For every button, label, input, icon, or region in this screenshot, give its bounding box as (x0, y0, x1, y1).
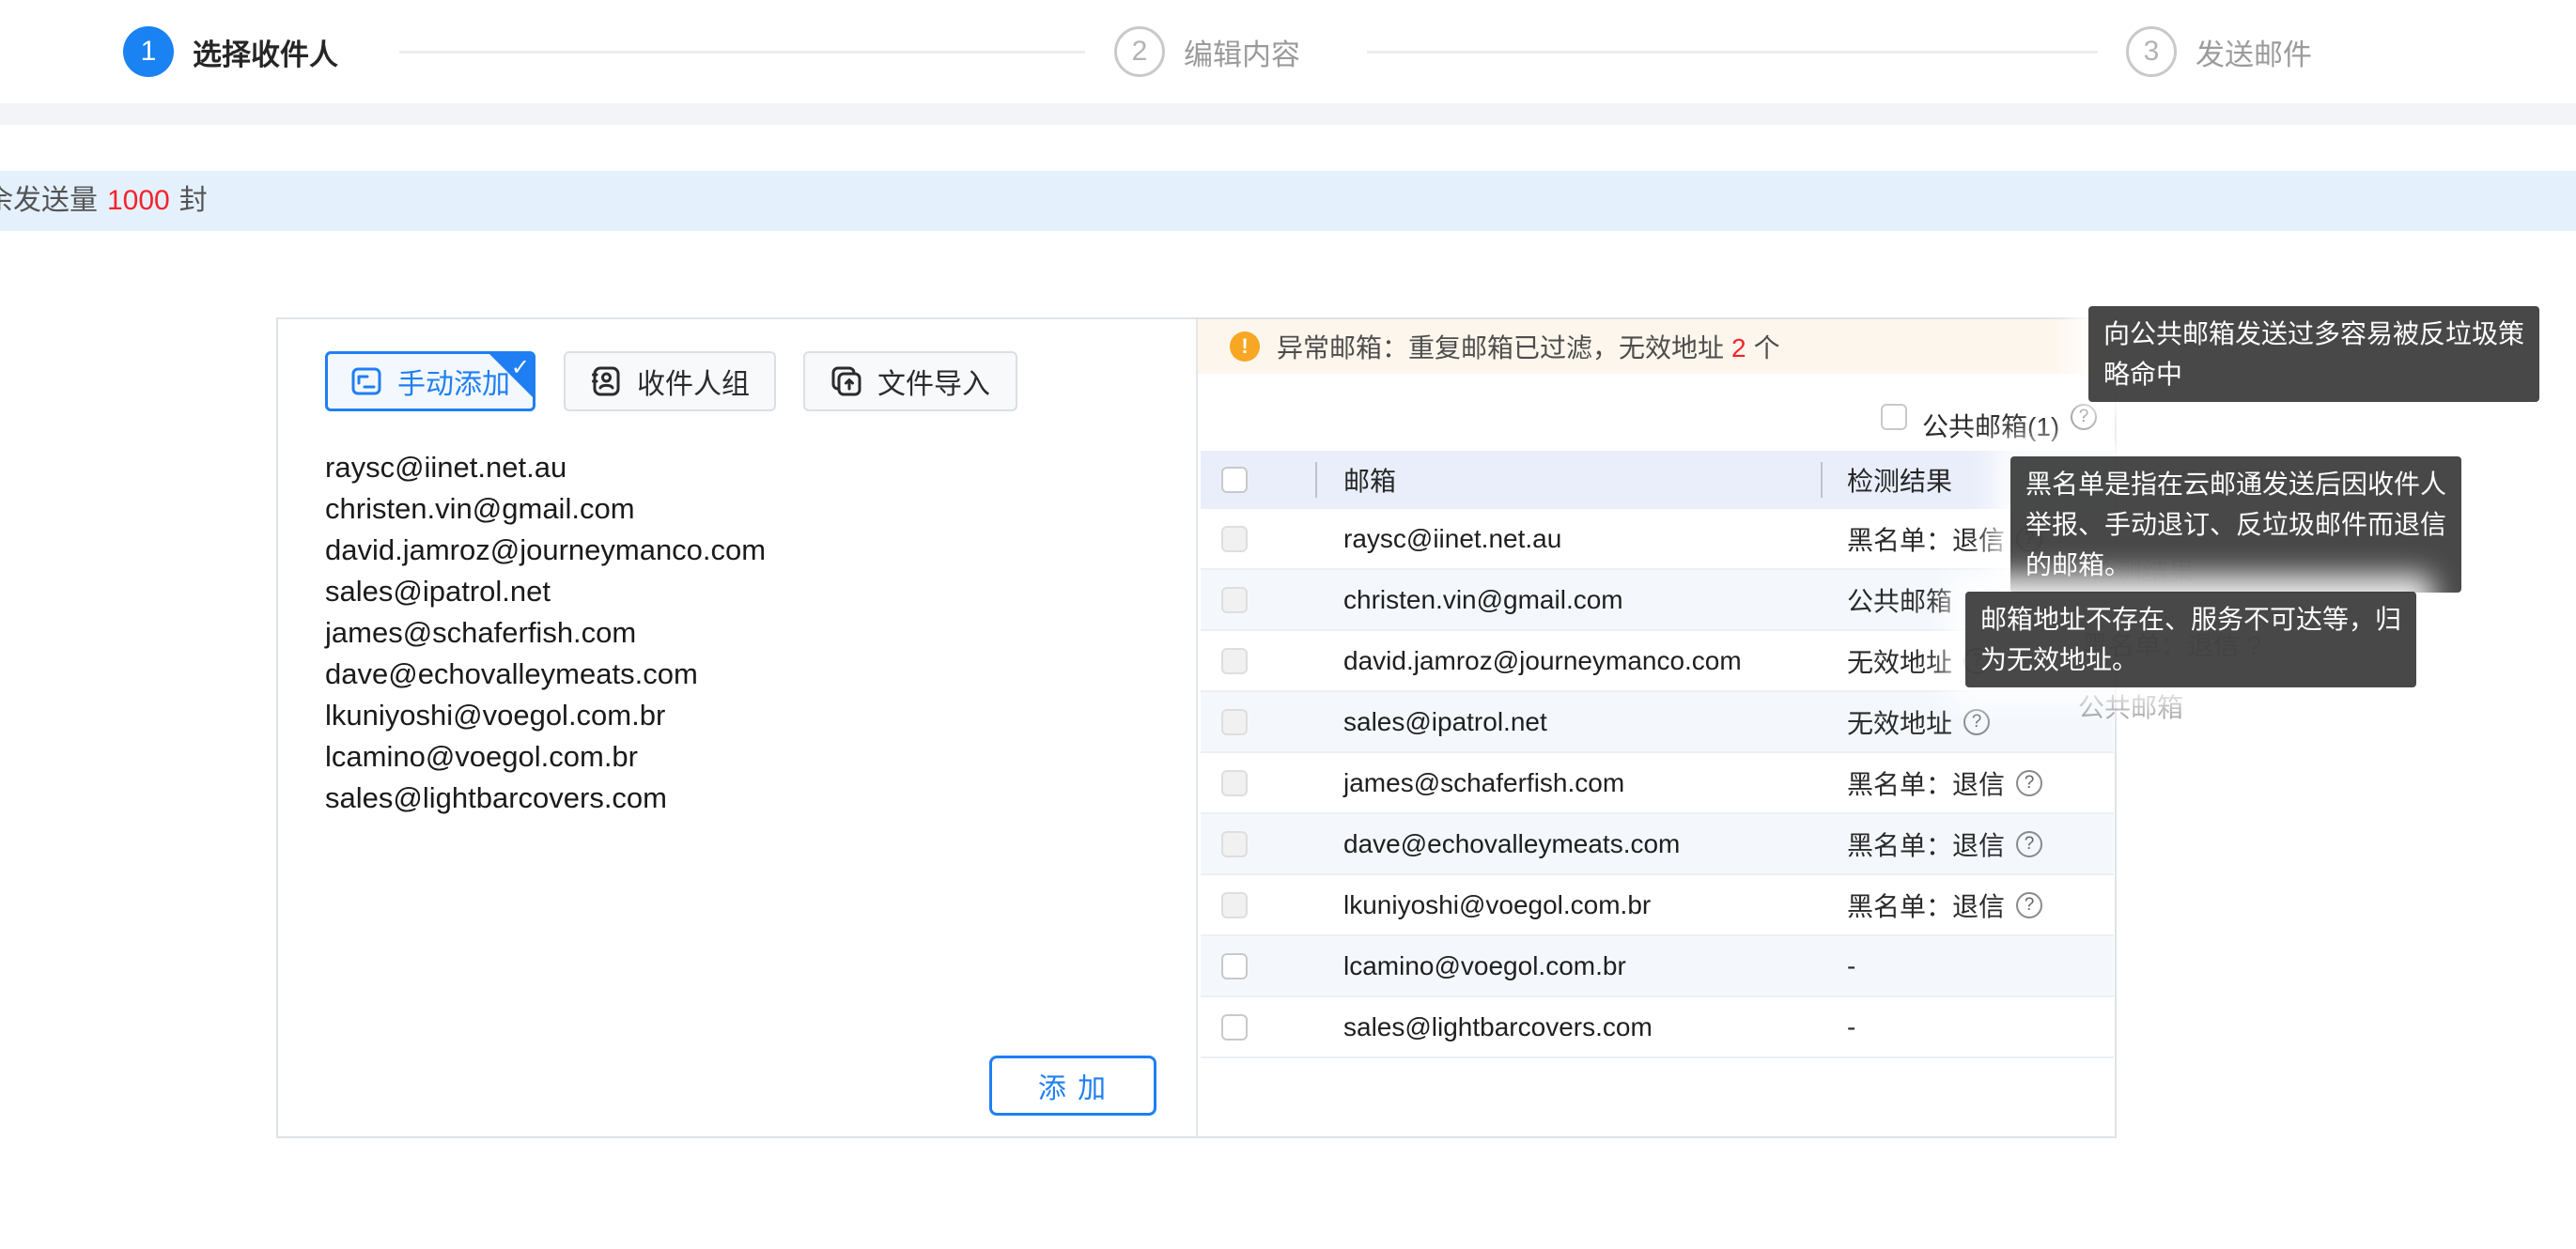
row-checkbox[interactable] (1221, 709, 1248, 735)
row-result-text: 公共邮箱 (1847, 581, 1952, 619)
row-email: christen.vin@gmail.com (1343, 585, 1623, 615)
row-result: - (1847, 951, 1855, 981)
row-checkbox[interactable] (1221, 770, 1248, 796)
abnormal-mailbox-warning: ! 异常邮箱：重复邮箱已过滤，无效地址2个 (1198, 319, 2115, 374)
row-result: 无效地址? (1847, 703, 1990, 741)
tab-file-import-label: 文件导入 (877, 361, 990, 402)
step-connector (399, 51, 1085, 54)
row-result-text: 无效地址 (1847, 642, 1952, 680)
row-email: lkuniyoshi@voegol.com.br (1343, 890, 1651, 920)
row-checkbox[interactable] (1221, 1014, 1248, 1041)
recipient-group-icon (590, 365, 622, 397)
row-checkbox[interactable] (1221, 953, 1248, 979)
step-1-number: 1 (123, 26, 174, 77)
recipient-selection-card: 手动添加 ✓ 收件人组 文件 (276, 317, 2117, 1138)
header-divider-strip (0, 103, 2576, 125)
public-mailbox-label: 公共邮箱(1) (1922, 407, 2059, 444)
tooltip-blacklist: 黑名单是指在云邮通发送后因收件人 举报、手动退订、反垃圾邮件而退信 的邮箱。 (2010, 456, 2461, 593)
public-mailbox-help-icon[interactable]: ? (2071, 404, 2097, 430)
warning-text: 异常邮箱：重复邮箱已过滤，无效地址2个 (1277, 328, 1780, 365)
add-button[interactable]: 添 加 (989, 1056, 1156, 1116)
step-3-label: 发送邮件 (2196, 31, 2312, 73)
row-email: james@schaferfish.com (1343, 768, 1624, 798)
table-row: sales@lightbarcovers.com - (1201, 997, 2114, 1058)
table-row: james@schaferfish.com 黑名单：退信? (1201, 753, 2114, 814)
selected-check-icon: ✓ (511, 354, 530, 381)
row-result-text: 无效地址 (1847, 703, 1952, 741)
row-checkbox[interactable] (1221, 648, 1248, 674)
table-row: sales@ipatrol.net 无效地址? (1201, 692, 2114, 753)
row-result: - (1847, 1012, 1855, 1042)
row-result: 黑名单：退信? (1847, 764, 2042, 802)
row-result-text: 黑名单：退信 (1847, 825, 2005, 863)
table-row: lcamino@voegol.com.br - (1201, 936, 2114, 997)
step-3-send-mail[interactable]: 3 发送邮件 (2126, 26, 2312, 77)
column-divider (1821, 462, 1823, 498)
table-row: raysc@iinet.net.au 黑名单：退信? (1201, 509, 2114, 570)
ghost-public-mailbox-result: 公共邮箱 (2078, 687, 2183, 725)
row-result: 黑名单：退信? (1847, 887, 2042, 924)
column-header-email: 邮箱 (1343, 461, 1396, 499)
row-email: dave@echovalleymeats.com (1343, 829, 1680, 859)
send-mail-wizard-page: 1 选择收件人 2 编辑内容 3 发送邮件 余发送量1000封 手动添加 (0, 0, 2576, 1249)
row-email: sales@ipatrol.net (1343, 707, 1547, 737)
step-2-edit-content[interactable]: 2 编辑内容 (1114, 26, 1300, 77)
step-1-select-recipients[interactable]: 1 选择收件人 (123, 26, 338, 77)
row-checkbox[interactable] (1221, 892, 1248, 918)
result-help-icon[interactable]: ? (2016, 892, 2042, 918)
row-checkbox[interactable] (1221, 587, 1248, 613)
column-header-result: 检测结果 (1847, 461, 1952, 499)
tooltip-public-mailbox: 向公共邮箱发送过多容易被反垃圾策 略命中 (2088, 306, 2539, 402)
row-result-text: 黑名单：退信 (1847, 764, 2005, 802)
table-header: 邮箱 检测结果 (1201, 451, 2114, 509)
quota-text: 余发送量1000封 (0, 171, 208, 231)
tab-recipient-group-label: 收件人组 (637, 361, 750, 402)
row-result-text: - (1847, 951, 1855, 981)
row-email: lcamino@voegol.com.br (1343, 951, 1626, 981)
table-row: lkuniyoshi@voegol.com.br 黑名单：退信? (1201, 875, 2114, 936)
row-result-text: 黑名单：退信 (1847, 520, 2005, 558)
step-connector (1367, 51, 2098, 54)
row-result: 黑名单：退信? (1847, 825, 2042, 863)
quota-banner: 余发送量1000封 (0, 171, 2576, 231)
select-all-checkbox[interactable] (1221, 467, 1248, 493)
row-result-text: - (1847, 1012, 1855, 1042)
detection-table: 邮箱 检测结果 raysc@iinet.net.au 黑名单：退信? chris… (1201, 451, 2114, 1058)
row-checkbox[interactable] (1221, 526, 1248, 552)
tab-file-import[interactable]: 文件导入 (803, 351, 1017, 411)
row-result-text: 黑名单：退信 (1847, 887, 2005, 924)
warning-icon: ! (1230, 332, 1260, 362)
row-email: david.jamroz@journeymanco.com (1343, 646, 1742, 676)
manual-add-icon (350, 365, 382, 397)
public-mailbox-checkbox[interactable] (1881, 404, 1907, 430)
column-divider (1315, 462, 1317, 498)
recipient-textarea[interactable]: raysc@iinet.net.au christen.vin@gmail.co… (325, 447, 1133, 819)
step-2-number: 2 (1114, 26, 1165, 77)
result-help-icon[interactable]: ? (2016, 770, 2042, 796)
step-1-label: 选择收件人 (193, 31, 338, 73)
panel-divider (1196, 319, 1198, 1136)
table-row: dave@echovalleymeats.com 黑名单：退信? (1201, 814, 2114, 875)
file-import-icon (830, 365, 862, 397)
row-email: raysc@iinet.net.au (1343, 524, 1561, 554)
step-3-number: 3 (2126, 26, 2177, 77)
row-result: 公共邮箱 (1847, 581, 1952, 619)
tab-manual-add[interactable]: 手动添加 ✓ (325, 351, 535, 411)
step-2-label: 编辑内容 (1184, 31, 1300, 73)
tooltip-invalid-address: 邮箱地址不存在、服务不可达等，归 为无效地址。 (1965, 592, 2416, 687)
result-help-icon[interactable]: ? (2016, 831, 2042, 857)
quota-count: 1000 (107, 185, 170, 216)
result-help-icon[interactable]: ? (1963, 709, 1990, 735)
row-checkbox[interactable] (1221, 831, 1248, 857)
invalid-count: 2 (1731, 333, 1746, 362)
row-email: sales@lightbarcovers.com (1343, 1012, 1653, 1042)
tab-recipient-group[interactable]: 收件人组 (564, 351, 776, 411)
